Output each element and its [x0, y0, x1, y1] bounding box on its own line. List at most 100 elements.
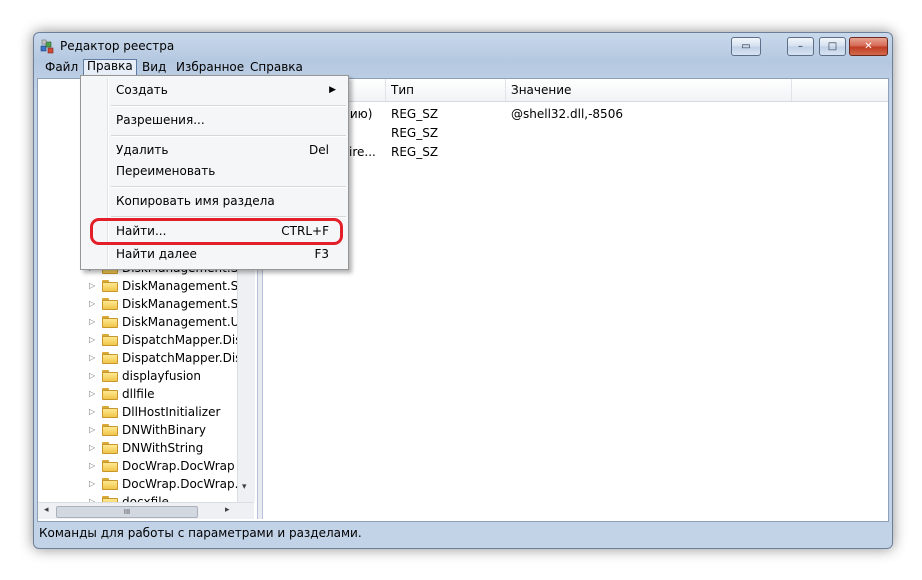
- maximize-icon: □: [827, 41, 838, 52]
- menu-file[interactable]: Файл: [42, 60, 81, 75]
- menu-help[interactable]: Справка: [247, 60, 306, 75]
- menu-item-permissions[interactable]: Разрешения...: [83, 109, 346, 131]
- column-header-data[interactable]: Значение: [505, 79, 792, 101]
- folder-icon: [102, 424, 118, 436]
- restore-layout-button[interactable]: ▭: [731, 37, 761, 56]
- minimize-icon: –: [798, 41, 803, 52]
- scroll-left-icon[interactable]: ◂: [44, 505, 49, 515]
- menu-item-label: Создать: [116, 83, 168, 97]
- expand-arrow-icon[interactable]: ▷: [89, 335, 95, 344]
- expand-arrow-icon[interactable]: ▷: [89, 281, 95, 290]
- close-button[interactable]: ✕: [849, 37, 888, 56]
- menu-edit[interactable]: Правка: [83, 59, 137, 76]
- value-type: REG_SZ: [391, 107, 439, 121]
- folder-icon: [102, 442, 118, 454]
- menu-item-label: Удалить: [116, 143, 169, 157]
- menu-item-rename[interactable]: Переименовать: [83, 160, 346, 182]
- status-bar: Команды для работы с параметрами и разде…: [39, 526, 362, 540]
- menu-item-copy-key-name[interactable]: Копировать имя раздела: [83, 190, 346, 212]
- tree-item-label: dllfile: [122, 387, 155, 401]
- tree-item[interactable]: ▷ DocWrap.DocWrap.1: [38, 475, 237, 493]
- folder-icon: [102, 316, 118, 328]
- expand-arrow-icon[interactable]: ▷: [89, 479, 95, 488]
- expand-arrow-icon[interactable]: ▷: [89, 425, 95, 434]
- menu-view[interactable]: Вид: [139, 60, 169, 75]
- menu-item-label: Переименовать: [116, 164, 216, 178]
- folder-icon: [102, 478, 118, 490]
- tree-item-label: displayfusion: [122, 369, 201, 383]
- scroll-thumb[interactable]: III: [56, 506, 198, 518]
- menu-favorites[interactable]: Избранное: [173, 60, 247, 75]
- menu-separator: [111, 105, 346, 107]
- tree-item[interactable]: ▷ DllHostInitializer: [38, 403, 237, 421]
- minimize-button[interactable]: –: [787, 37, 814, 56]
- menu-item-find-next[interactable]: Найти далее F3: [83, 243, 346, 265]
- tree-item-label: DispatchMapper.Disp: [122, 333, 237, 347]
- tree-item[interactable]: ▷ DNWithString: [38, 439, 237, 457]
- values-pane[interactable]: Тип Значение нию) REG_SZ @shell32.dll,-8…: [263, 79, 888, 519]
- expand-arrow-icon[interactable]: ▷: [89, 317, 95, 326]
- window-title: Редактор реестра: [60, 39, 175, 53]
- tree-item-label: DocWrap.DocWrap.1: [122, 477, 237, 491]
- expand-arrow-icon[interactable]: ▷: [89, 299, 95, 308]
- folder-icon: [102, 460, 118, 472]
- title-bar[interactable]: Редактор реестра ▭ – □ ✕: [34, 33, 892, 59]
- scroll-down-icon[interactable]: ▾: [242, 482, 247, 492]
- find-highlight-annotation: [90, 218, 343, 245]
- tree-item-label: DiskManagement.UIT: [122, 315, 237, 329]
- tree-item[interactable]: ▷ DispatchMapper.Disp: [38, 349, 237, 367]
- value-type: REG_SZ: [391, 126, 439, 140]
- restore-layout-icon: ▭: [741, 41, 751, 52]
- expand-arrow-icon[interactable]: ▷: [89, 353, 95, 362]
- value-type: REG_SZ: [391, 145, 439, 159]
- menu-item-shortcut: F3: [314, 247, 329, 261]
- maximize-button[interactable]: □: [819, 37, 846, 56]
- tree-item[interactable]: ▷ DiskManagement.Sna: [38, 277, 237, 295]
- menu-item-label: Найти далее: [116, 247, 197, 261]
- scroll-right-icon[interactable]: ▸: [225, 505, 230, 515]
- tree-item[interactable]: ▷ docxfile: [38, 493, 237, 502]
- folder-icon: [102, 334, 118, 346]
- menu-separator: [111, 135, 346, 137]
- menu-item-delete[interactable]: Удалить Del: [83, 139, 346, 161]
- expand-arrow-icon[interactable]: ▷: [89, 389, 95, 398]
- tree-item-label: DiskManagement.Sna: [122, 279, 237, 293]
- column-header-type[interactable]: Тип: [385, 79, 506, 101]
- registry-editor-icon: [40, 39, 54, 54]
- menu-item-label: Разрешения...: [116, 113, 205, 127]
- expand-arrow-icon[interactable]: ▷: [89, 443, 95, 452]
- expand-arrow-icon[interactable]: ▷: [89, 371, 95, 380]
- tree-item-label: DocWrap.DocWrap: [122, 459, 235, 473]
- tree-item[interactable]: ▷ DispatchMapper.Disp: [38, 331, 237, 349]
- expand-arrow-icon[interactable]: ▷: [89, 407, 95, 416]
- close-icon: ✕: [864, 41, 873, 52]
- tree-item-label: DispatchMapper.Disp: [122, 351, 237, 365]
- folder-icon: [102, 280, 118, 292]
- folder-icon: [102, 298, 118, 310]
- tree-item-label: docxfile: [122, 495, 169, 502]
- tree-item[interactable]: ▷ DNWithBinary: [38, 421, 237, 439]
- tree-item-label: DllHostInitializer: [122, 405, 221, 419]
- tree-item[interactable]: ▷ DiskManagement.Sna: [38, 295, 237, 313]
- expand-arrow-icon[interactable]: ▷: [89, 461, 95, 470]
- tree-horizontal-scrollbar[interactable]: ◂ III ▸: [38, 502, 254, 519]
- tree-item[interactable]: ▷ DiskManagement.UIT: [38, 313, 237, 331]
- value-data: @shell32.dll,-8506: [511, 107, 623, 121]
- tree-item-label: DiskManagement.Sna: [122, 297, 237, 311]
- tree-item-label: DNWithBinary: [122, 423, 207, 437]
- value-name: ire...: [349, 145, 376, 159]
- menu-item-create[interactable]: Создать ▶: [83, 79, 346, 101]
- tree-item[interactable]: ▷ displayfusion: [38, 367, 237, 385]
- column-headers: Тип Значение: [263, 79, 888, 102]
- folder-icon: [102, 370, 118, 382]
- menu-item-shortcut: Del: [309, 143, 329, 157]
- folder-icon: [102, 406, 118, 418]
- tree-item[interactable]: ▷ dllfile: [38, 385, 237, 403]
- folder-icon: [102, 388, 118, 400]
- tree-item[interactable]: ▷ DocWrap.DocWrap: [38, 457, 237, 475]
- folder-icon: [102, 352, 118, 364]
- menu-item-label: Копировать имя раздела: [116, 194, 275, 208]
- submenu-arrow-icon: ▶: [329, 85, 336, 95]
- menu-separator: [111, 186, 346, 188]
- tree-item-label: DNWithString: [122, 441, 204, 455]
